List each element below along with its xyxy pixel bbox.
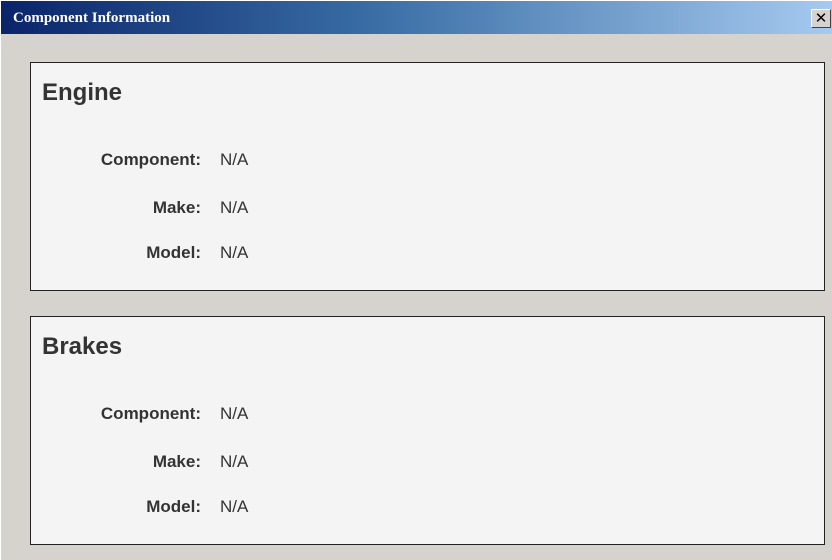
engine-make-value: N/A	[220, 198, 249, 217]
brakes-make-row: Make: N/A	[31, 451, 824, 473]
brakes-model-value: N/A	[220, 497, 249, 516]
close-button[interactable]: ✕	[811, 9, 831, 28]
brakes-section-title: Brakes	[42, 333, 123, 360]
window-title: Component Information	[13, 10, 171, 26]
brakes-component-value: N/A	[220, 404, 249, 423]
engine-model-label: Model:	[146, 243, 201, 262]
engine-make-row: Make: N/A	[31, 197, 824, 219]
engine-model-row: Model: N/A	[31, 242, 824, 264]
brakes-make-value: N/A	[220, 452, 249, 471]
brakes-component-label: Component:	[100, 404, 201, 423]
engine-model-value: N/A	[220, 243, 249, 262]
engine-panel: Engine Component: N/A Make: N/A Model: N…	[30, 62, 825, 291]
brakes-model-label: Model:	[146, 497, 201, 516]
close-icon: ✕	[814, 9, 828, 27]
engine-make-label: Make:	[152, 198, 201, 217]
component-information-dialog: Component Information ✕ Engine Component…	[0, 0, 832, 560]
title-bar[interactable]: Component Information ✕	[1, 1, 832, 34]
brakes-model-row: Model: N/A	[31, 496, 824, 518]
brakes-component-row: Component: N/A	[31, 403, 824, 425]
engine-component-label: Component:	[100, 150, 201, 169]
brakes-panel: Brakes Component: N/A Make: N/A Model: N…	[30, 316, 825, 545]
engine-component-value: N/A	[220, 150, 249, 169]
brakes-make-label: Make:	[152, 452, 201, 471]
engine-section-title: Engine	[42, 79, 123, 106]
engine-component-row: Component: N/A	[31, 149, 824, 171]
